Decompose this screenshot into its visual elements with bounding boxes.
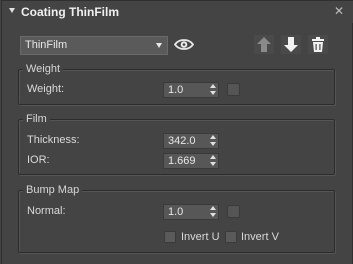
normal-map-button[interactable] [227, 205, 240, 218]
bump-map-group: Bump Map Normal: 1.0 Invert U Invert V [18, 184, 335, 253]
spinner-arrows-icon[interactable] [210, 135, 217, 147]
weight-spinner[interactable]: 1.0 [163, 82, 219, 98]
invert-u-label[interactable]: Invert U [181, 231, 220, 243]
rollout-title: Coating ThinFilm [21, 5, 119, 19]
ior-label: IOR: [27, 154, 50, 166]
invert-v-label[interactable]: Invert V [241, 231, 279, 243]
weight-value: 1.0 [168, 84, 184, 96]
invert-u-checkbox[interactable] [164, 231, 176, 243]
move-down-button[interactable] [281, 35, 301, 54]
spinner-arrows-icon[interactable] [210, 84, 217, 96]
film-group: Film Thickness: 342.0 IOR: 1.669 [18, 113, 335, 175]
preset-dropdown[interactable]: ThinFilm [20, 36, 168, 55]
normal-spinner[interactable]: 1.0 [163, 204, 219, 220]
thickness-label: Thickness: [27, 134, 80, 146]
move-up-icon [257, 37, 271, 52]
invert-v-checkbox[interactable] [225, 231, 237, 243]
move-down-icon [284, 37, 298, 52]
spinner-arrows-icon[interactable] [210, 206, 217, 218]
rollout-header[interactable]: Coating ThinFilm ✕ [2, 1, 353, 23]
chevron-down-icon [156, 43, 162, 48]
delete-button[interactable] [308, 35, 328, 54]
normal-label: Normal: [27, 205, 66, 217]
weight-label: Weight: [27, 83, 65, 95]
collapse-arrow-icon[interactable] [9, 8, 15, 13]
trash-icon [312, 37, 324, 52]
preset-dropdown-value: ThinFilm [25, 39, 68, 51]
weight-group-title: Weight [23, 63, 64, 75]
move-up-button[interactable] [254, 35, 274, 54]
film-group-title: Film [23, 113, 50, 125]
thickness-spinner[interactable]: 342.0 [163, 133, 219, 149]
weight-group: Weight Weight: 1.0 [18, 63, 335, 105]
weight-map-button[interactable] [227, 83, 240, 96]
normal-value: 1.0 [168, 206, 184, 218]
ior-spinner[interactable]: 1.669 [163, 153, 219, 169]
visibility-toggle-button[interactable] [173, 35, 195, 54]
bump-map-group-title: Bump Map [23, 184, 83, 196]
coating-thinfilm-rollout: Coating ThinFilm ✕ ThinFilm Weight Weigh… [1, 0, 353, 264]
eye-icon [173, 39, 195, 50]
close-icon[interactable]: ✕ [333, 5, 345, 17]
spinner-arrows-icon[interactable] [210, 155, 217, 167]
thickness-value: 342.0 [168, 135, 196, 147]
ior-value: 1.669 [168, 155, 196, 167]
